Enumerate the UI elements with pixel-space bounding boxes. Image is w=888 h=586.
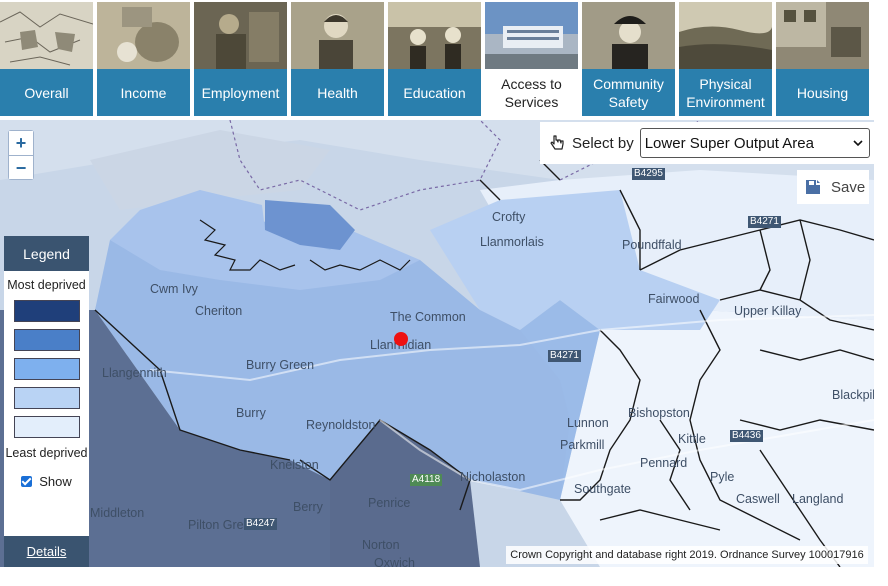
place-label: Caswell	[736, 492, 780, 506]
tab-employment[interactable]: Employment	[194, 2, 287, 116]
tab-label: Health	[291, 69, 384, 116]
place-label: Nicholaston	[460, 470, 526, 484]
housing-street-photo	[776, 2, 869, 69]
place-label: Upper Killay	[734, 304, 802, 318]
legend-title: Legend	[4, 236, 89, 271]
place-label: Cwm Ivy	[150, 282, 198, 296]
tab-physical-environment[interactable]: Physical Environment	[679, 2, 772, 116]
tab-housing[interactable]: Housing	[776, 2, 869, 116]
area-type-select[interactable]: Lower Super Output Area	[639, 128, 870, 158]
place-label: Oxwich	[374, 556, 415, 567]
employment-worker-photo	[194, 2, 287, 69]
tab-overall[interactable]: Overall	[0, 2, 93, 116]
tab-label: Employment	[194, 69, 287, 116]
place-label: Kittle	[678, 432, 706, 446]
copyright-notice: Crown Copyright and database right 2019.…	[506, 546, 868, 564]
show-checkbox[interactable]	[21, 476, 33, 487]
tab-community-safety[interactable]: Community Safety	[582, 2, 675, 116]
deprivation-map[interactable]: Crofty Llanmorlais Poundffald Fairwood U…	[0, 120, 874, 567]
save-button[interactable]: Save	[797, 170, 869, 204]
tab-label: Overall	[0, 69, 93, 116]
save-icon	[806, 180, 820, 194]
place-label: Burry Green	[246, 358, 315, 372]
road-label: A4118	[410, 474, 443, 486]
place-label: Langland	[792, 492, 844, 506]
tab-income[interactable]: Income	[97, 2, 190, 116]
tab-label: Physical Environment	[679, 69, 772, 116]
tab-label: Access to Services	[485, 69, 578, 116]
tab-label: Education	[388, 69, 481, 116]
road-label: B4436	[730, 430, 763, 442]
place-label: Cheriton	[195, 304, 243, 318]
place-label: Knelston	[270, 458, 319, 472]
legend-swatch	[13, 358, 80, 380]
select-by-panel: Select by Lower Super Output Area	[540, 122, 874, 164]
details-link[interactable]: Details	[4, 536, 89, 567]
tab-access-to-services[interactable]: Access to Services	[485, 2, 578, 116]
community-police-photo	[582, 2, 675, 69]
place-label: Llanmorlais	[480, 235, 544, 249]
legend-most-deprived: Most deprived	[7, 278, 86, 292]
place-label: Southgate	[574, 482, 631, 496]
chevron-down-icon	[853, 140, 863, 147]
area-type-value: Lower Super Output Area	[644, 134, 814, 152]
place-label: Berry	[293, 500, 323, 514]
zoom-in-button[interactable]: +	[9, 131, 33, 155]
place-label: Lunnon	[567, 416, 609, 430]
legend-swatch	[13, 387, 80, 409]
place-label: Penrice	[368, 496, 411, 510]
domain-tabs: Overall Income Employment Health Educati…	[0, 0, 888, 118]
tab-label: Community Safety	[582, 69, 675, 116]
place-label: Bishopston	[628, 406, 690, 420]
show-label: Show	[39, 474, 72, 489]
overall-map-photo	[0, 2, 93, 69]
place-label: Parkmill	[560, 438, 605, 452]
place-label: Reynoldston	[306, 418, 376, 432]
place-label: Poundffald	[622, 238, 682, 252]
legend-swatch	[13, 329, 80, 351]
place-label: The Common	[390, 310, 466, 324]
place-label: Crofty	[492, 210, 526, 224]
pointer-hand-icon	[550, 135, 564, 150]
road-label: B4247	[244, 518, 277, 530]
tab-label: Housing	[776, 69, 869, 116]
legend-panel: Legend Most deprived Least deprived Show	[4, 236, 89, 567]
tab-label: Income	[97, 69, 190, 116]
place-label: Pennard	[640, 456, 688, 470]
place-label: Blackpill	[832, 388, 874, 402]
road-label: B4271	[548, 350, 581, 362]
select-by-label: Select by	[572, 134, 634, 152]
place-label: Burry	[236, 406, 266, 420]
place-label: Fairwood	[648, 292, 700, 306]
road-label: B4295	[632, 168, 665, 180]
place-label: Llangennith	[102, 366, 167, 380]
education-students-photo	[388, 2, 481, 69]
tab-health[interactable]: Health	[291, 2, 384, 116]
place-label: Pyle	[710, 470, 735, 484]
location-marker[interactable]	[394, 332, 408, 346]
legend-swatch	[13, 300, 80, 322]
zoom-control: + −	[8, 130, 34, 180]
zoom-out-button[interactable]: −	[9, 155, 33, 179]
tab-education[interactable]: Education	[388, 2, 481, 116]
income-coins-photo	[97, 2, 190, 69]
legend-swatches	[4, 300, 89, 438]
save-label: Save	[831, 178, 866, 196]
landscape-photo	[679, 2, 772, 69]
legend-swatch	[13, 416, 80, 438]
road-label: B4271	[748, 216, 781, 228]
legend-least-deprived: Least deprived	[5, 446, 88, 460]
show-layer-toggle[interactable]: Show	[4, 474, 89, 489]
access-hospital-photo	[485, 2, 578, 69]
place-label: Norton	[362, 538, 400, 552]
health-nurse-photo	[291, 2, 384, 69]
place-label: Middleton	[90, 506, 145, 520]
